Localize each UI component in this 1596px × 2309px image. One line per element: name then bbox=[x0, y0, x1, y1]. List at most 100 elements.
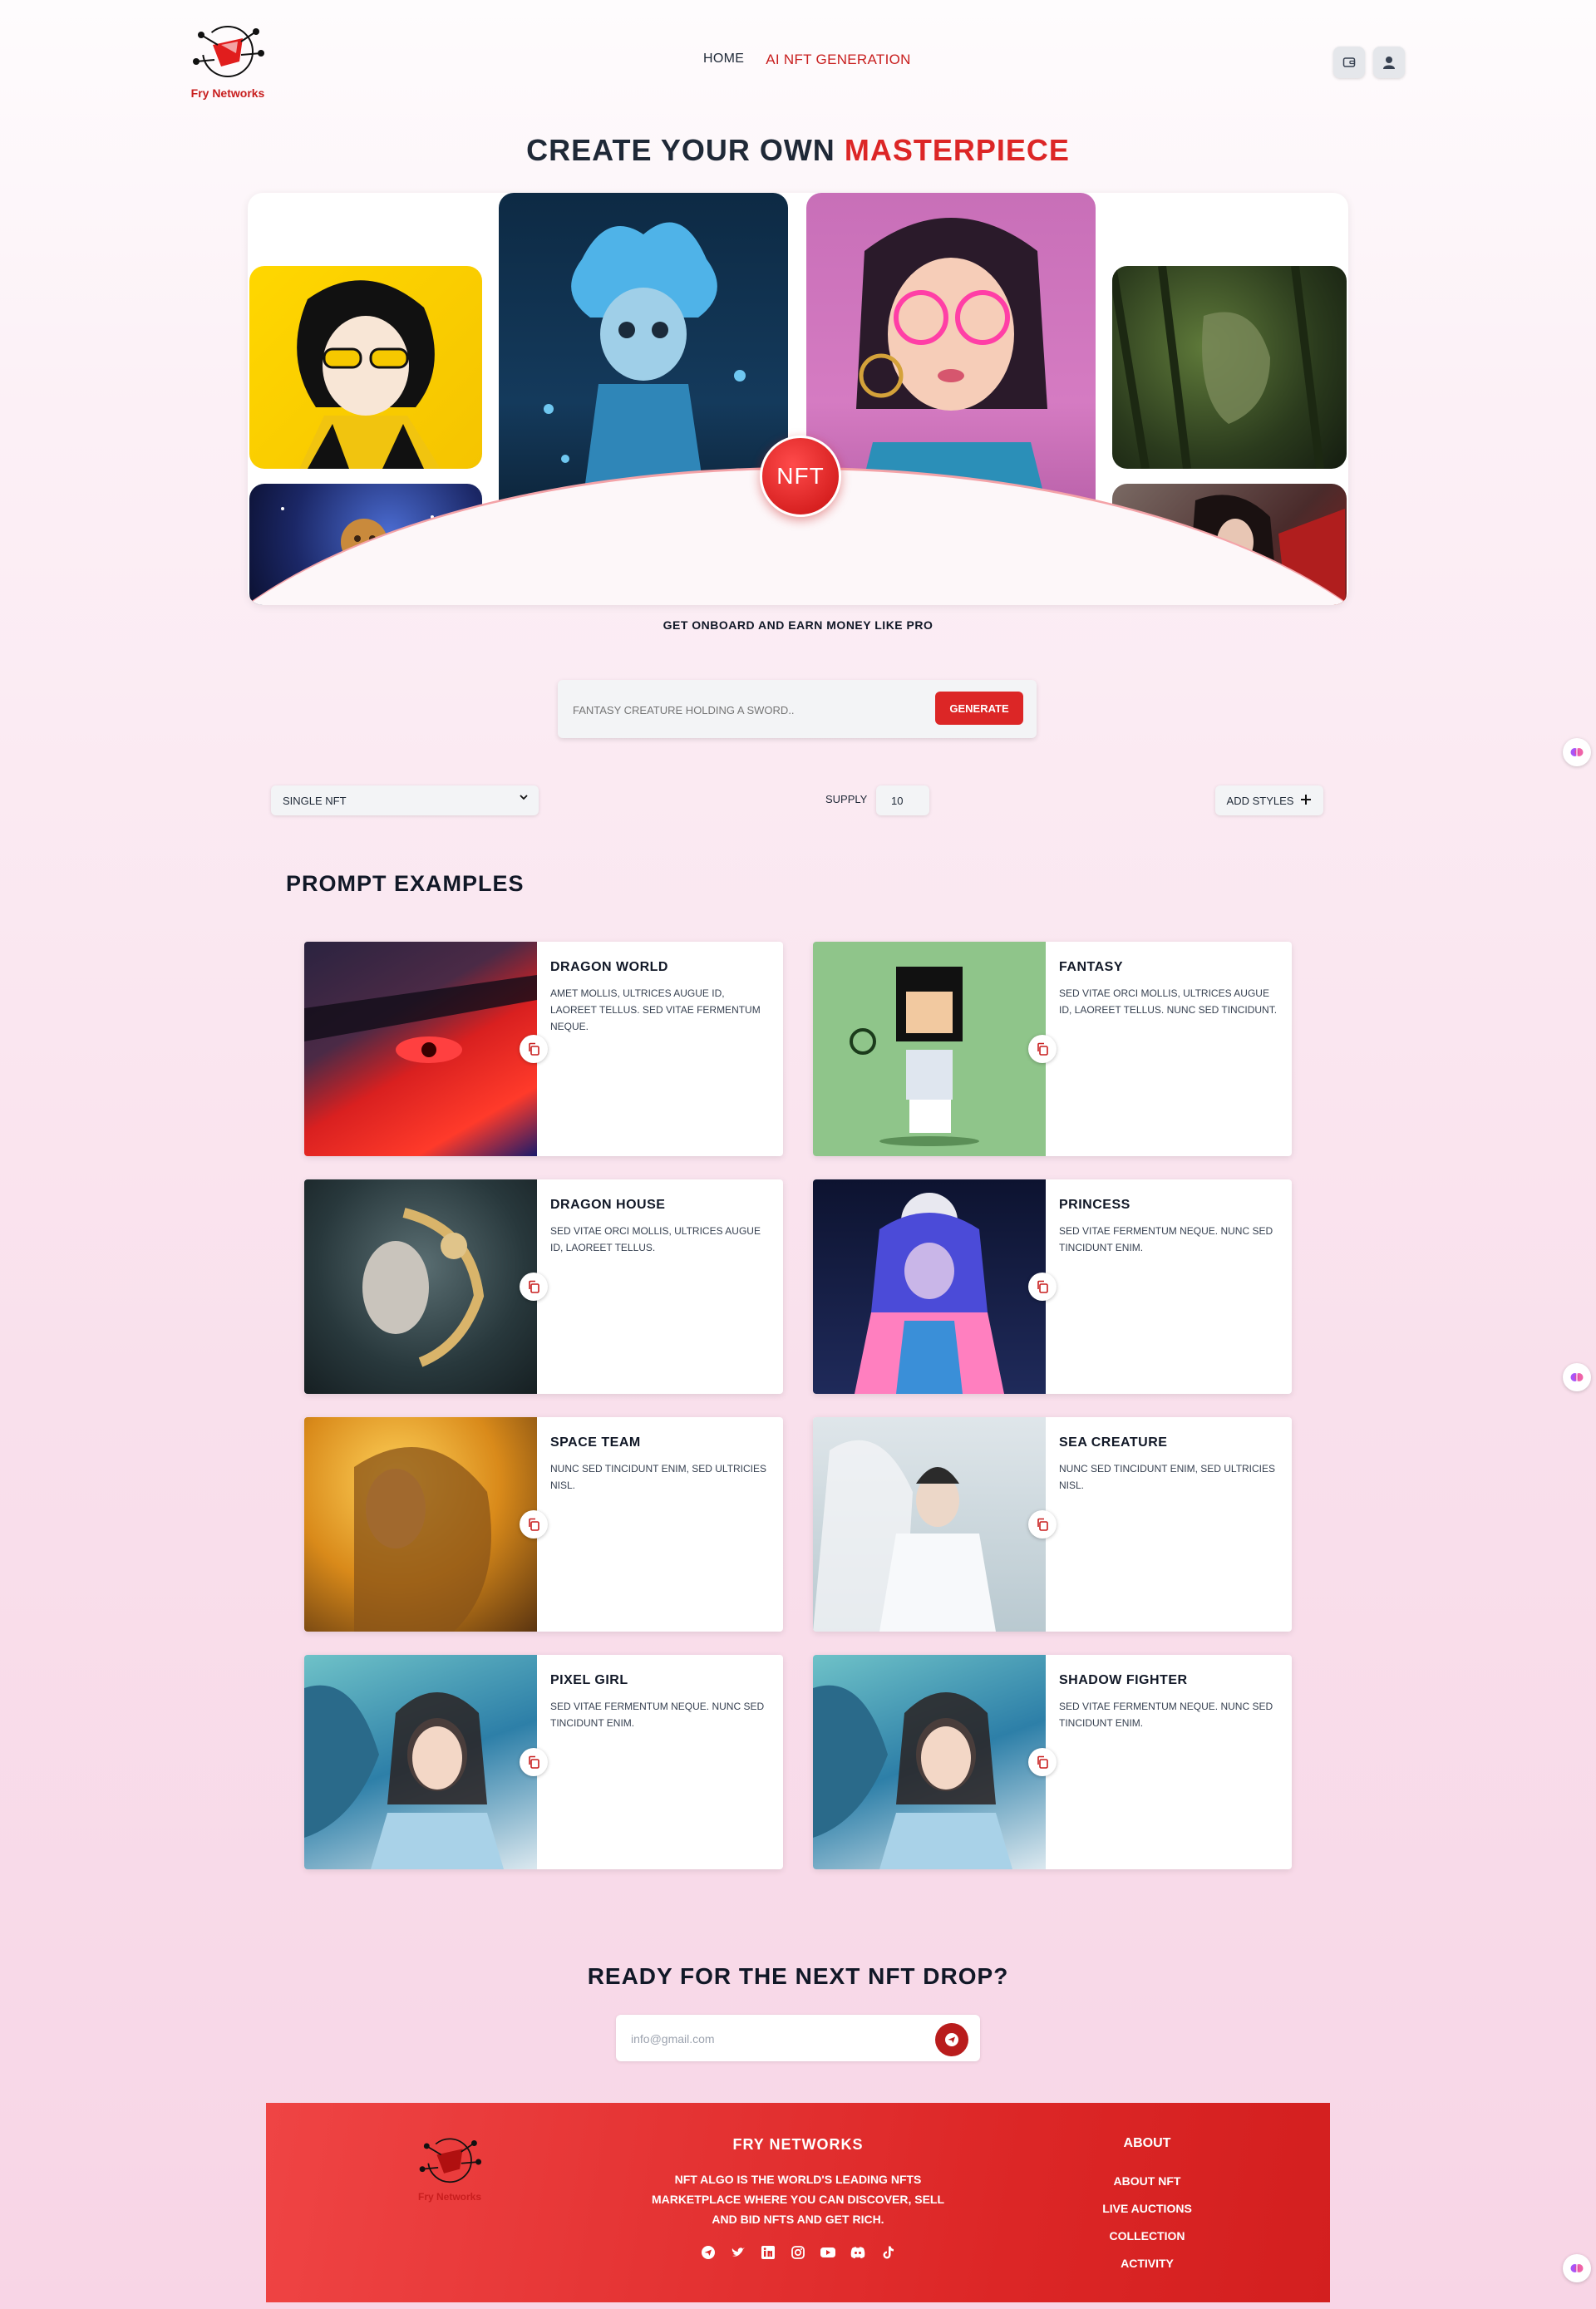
footer-link-collection[interactable]: COLLECTION bbox=[1072, 2223, 1222, 2250]
wallet-button[interactable] bbox=[1333, 47, 1365, 78]
card-description: SED VITAE ORCI MOLLIS, ULTRICES AUGUE ID… bbox=[1059, 987, 1278, 1016]
hero-title-main: CREATE YOUR OWN bbox=[526, 133, 835, 167]
copy-prompt-button[interactable] bbox=[1028, 1035, 1057, 1063]
brain-icon bbox=[1570, 2264, 1584, 2272]
profile-button[interactable] bbox=[1373, 47, 1405, 78]
copy-icon bbox=[529, 1755, 539, 1769]
hero-tagline: GET ONBOARD AND EARN MONEY LIKE PRO bbox=[663, 618, 933, 632]
plus-icon bbox=[1300, 794, 1312, 808]
prompt-input[interactable] bbox=[571, 698, 924, 721]
copy-prompt-button[interactable] bbox=[520, 1273, 548, 1301]
prompt-card[interactable]: SEA CREATURE NUNC SED TINCIDUNT ENIM, SE… bbox=[813, 1417, 1292, 1632]
card-title: DRAGON HOUSE bbox=[550, 1198, 666, 1212]
footer-title: FRY NETWORKS bbox=[732, 2136, 864, 2153]
footer-link-activity[interactable]: ACTIVITY bbox=[1072, 2250, 1222, 2277]
card-description: SED VITAE ORCI MOLLIS, ULTRICES AUGUE ID… bbox=[550, 1225, 761, 1253]
footer-description: NFT ALGO IS THE WORLD'S LEADING NFTS MAR… bbox=[651, 2173, 945, 2226]
prompt-card[interactable]: PRINCESS SED VITAE FERMENTUM NEQUE. NUNC… bbox=[813, 1179, 1292, 1394]
supply-input[interactable]: 10 bbox=[876, 785, 929, 815]
copy-icon bbox=[1037, 1755, 1048, 1769]
card-title: FANTASY bbox=[1059, 960, 1123, 974]
telegram-icon[interactable] bbox=[698, 2243, 718, 2262]
assistant-widget-button[interactable] bbox=[1563, 1363, 1591, 1391]
social-links bbox=[698, 2243, 898, 2262]
twitter-icon[interactable] bbox=[728, 2243, 748, 2262]
copy-icon bbox=[529, 1042, 539, 1056]
footer-link-about-nft[interactable]: ABOUT NFT bbox=[1072, 2168, 1222, 2195]
assistant-widget-button[interactable] bbox=[1563, 738, 1591, 766]
wallet-icon bbox=[1342, 57, 1356, 67]
logo-drone-icon bbox=[193, 26, 264, 77]
copy-prompt-button[interactable] bbox=[1028, 1510, 1057, 1539]
card-description: NUNC SED TINCIDUNT ENIM, SED ULTRICIES N… bbox=[1059, 1463, 1276, 1491]
copy-prompt-button[interactable] bbox=[520, 1748, 548, 1776]
hero-gallery: NFT bbox=[248, 193, 1348, 605]
prompt-card[interactable]: DRAGON WORLD AMET MOLLIS, ULTRICES AUGUE… bbox=[304, 942, 783, 1156]
card-title: PIXEL GIRL bbox=[550, 1673, 628, 1687]
card-image bbox=[813, 1179, 1046, 1394]
nft-badge: NFT bbox=[760, 436, 841, 517]
artwork-image bbox=[1112, 266, 1324, 469]
send-icon bbox=[945, 2033, 958, 2046]
assistant-widget-button[interactable] bbox=[1563, 2254, 1591, 2282]
subscribe-button[interactable] bbox=[935, 2023, 968, 2056]
prompt-card[interactable]: FANTASY SED VITAE ORCI MOLLIS, ULTRICES … bbox=[813, 942, 1292, 1156]
card-image bbox=[813, 942, 1046, 1156]
discord-icon[interactable] bbox=[848, 2243, 868, 2262]
main-nav: HOME AI NFT GENERATION bbox=[703, 52, 911, 68]
nav-home[interactable]: HOME bbox=[703, 52, 744, 68]
card-image bbox=[813, 1655, 1046, 1869]
copy-prompt-button[interactable] bbox=[520, 1510, 548, 1539]
youtube-icon[interactable] bbox=[818, 2243, 838, 2262]
card-description: SED VITAE FERMENTUM NEQUE. NUNC SED TINC… bbox=[1059, 1225, 1273, 1253]
newsletter-form bbox=[616, 2015, 980, 2061]
brand-name: Fry Networks bbox=[190, 86, 265, 100]
supply-label: SUPPLY bbox=[825, 793, 868, 805]
card-image bbox=[304, 942, 537, 1156]
footer-brand-name: Fry Networks bbox=[417, 2191, 482, 2203]
card-title: SHADOW FIGHTER bbox=[1059, 1673, 1188, 1687]
email-field[interactable] bbox=[629, 2028, 932, 2050]
prompt-card[interactable]: SPACE TEAM NUNC SED TINCIDUNT ENIM, SED … bbox=[304, 1417, 783, 1632]
chevron-down-icon bbox=[519, 792, 529, 805]
card-description: SED VITAE FERMENTUM NEQUE. NUNC SED TINC… bbox=[1059, 1701, 1273, 1729]
card-image bbox=[813, 1417, 1046, 1632]
brain-icon bbox=[1570, 1373, 1584, 1381]
prompt-examples-title: PROMPT EXAMPLES bbox=[286, 871, 525, 896]
gallery-image-forest-face bbox=[1112, 266, 1347, 469]
generate-button[interactable]: GENERATE bbox=[935, 692, 1023, 725]
footer: Fry Networks FRY NETWORKS NFT ALGO IS TH… bbox=[266, 2103, 1330, 2302]
card-image bbox=[304, 1417, 537, 1632]
card-description: NUNC SED TINCIDUNT ENIM, SED ULTRICIES N… bbox=[550, 1463, 767, 1491]
add-styles-button[interactable]: ADD STYLES bbox=[1215, 785, 1323, 815]
card-image bbox=[304, 1655, 537, 1869]
nft-type-value: SINGLE NFT bbox=[283, 794, 347, 807]
prompt-card[interactable]: SHADOW FIGHTER SED VITAE FERMENTUM NEQUE… bbox=[813, 1655, 1292, 1869]
nav-ai-nft-generation[interactable]: AI NFT GENERATION bbox=[766, 52, 911, 68]
card-title: DRAGON WORLD bbox=[550, 960, 668, 974]
instagram-icon[interactable] bbox=[788, 2243, 808, 2262]
footer-link-live-auctions[interactable]: LIVE AUCTIONS bbox=[1072, 2195, 1222, 2223]
card-description: SED VITAE FERMENTUM NEQUE. NUNC SED TINC… bbox=[550, 1701, 765, 1729]
prompt-card[interactable]: PIXEL GIRL SED VITAE FERMENTUM NEQUE. NU… bbox=[304, 1655, 783, 1869]
copy-icon bbox=[1037, 1280, 1048, 1293]
copy-icon bbox=[529, 1518, 539, 1531]
card-description: AMET MOLLIS, ULTRICES AUGUE ID, LAOREET … bbox=[550, 987, 761, 1032]
card-title: PRINCESS bbox=[1059, 1198, 1130, 1212]
newsletter-title: READY FOR THE NEXT NFT DROP? bbox=[587, 1963, 1009, 1989]
artwork-image bbox=[297, 280, 441, 469]
copy-prompt-button[interactable] bbox=[520, 1035, 548, 1063]
copy-prompt-button[interactable] bbox=[1028, 1748, 1057, 1776]
tiktok-icon[interactable] bbox=[878, 2243, 898, 2262]
nft-type-select[interactable]: SINGLE NFT bbox=[271, 785, 539, 815]
prompt-card[interactable]: DRAGON HOUSE SED VITAE ORCI MOLLIS, ULTR… bbox=[304, 1179, 783, 1394]
brand-logo[interactable]: Fry Networks bbox=[185, 20, 271, 103]
copy-prompt-button[interactable] bbox=[1028, 1273, 1057, 1301]
linkedin-icon[interactable] bbox=[758, 2243, 778, 2262]
gallery-image-yellow-girl bbox=[249, 266, 482, 469]
footer-about-title: ABOUT bbox=[1123, 2136, 1171, 2150]
prompt-bar: GENERATE bbox=[558, 680, 1037, 738]
copy-icon bbox=[1037, 1518, 1048, 1531]
card-image bbox=[304, 1179, 537, 1394]
supply-value: 10 bbox=[891, 794, 904, 807]
